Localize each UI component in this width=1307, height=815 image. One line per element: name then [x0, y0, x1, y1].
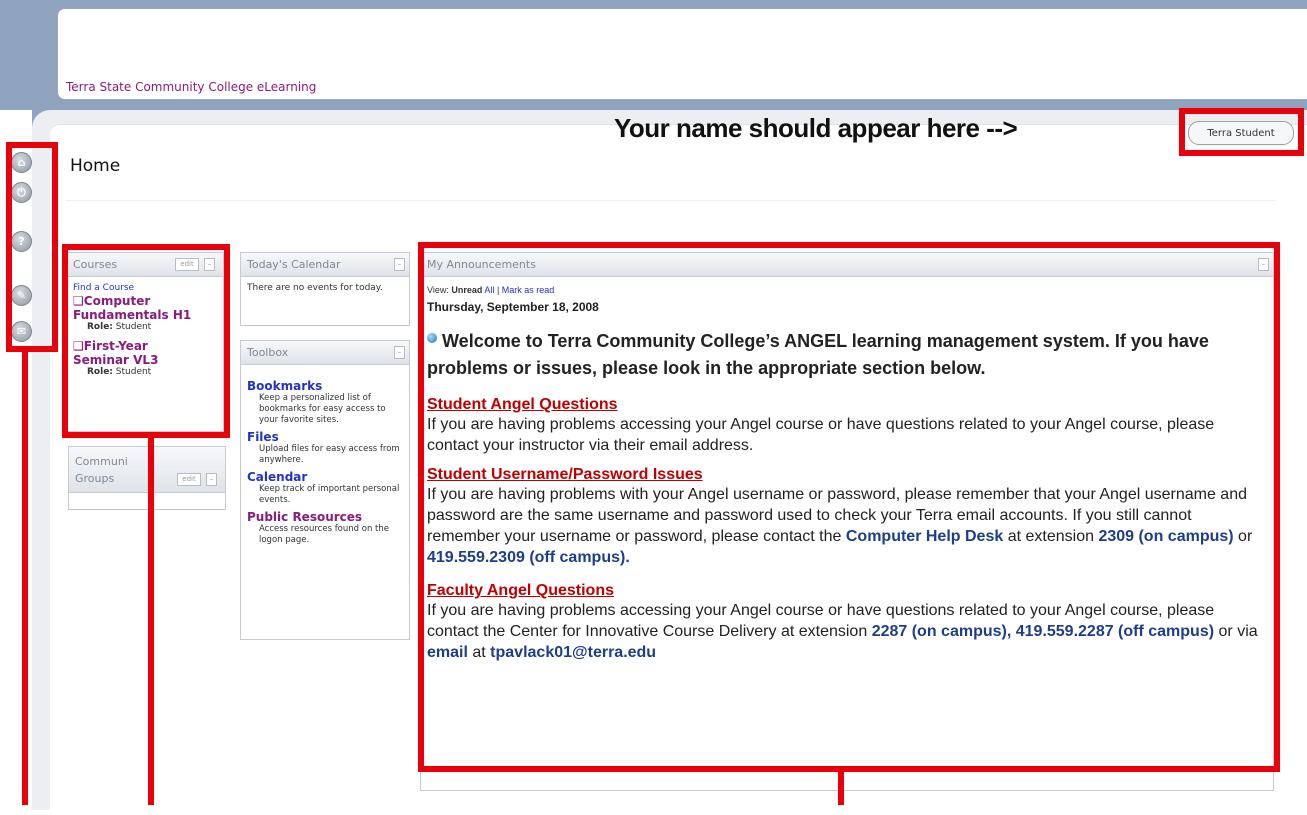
page-title: Home: [70, 156, 121, 176]
toolbox-panel: Toolbox – Bookmarks Keep a personalized …: [240, 340, 410, 640]
communities-panel: Communi Groups edit –: [68, 446, 226, 510]
toolbox-public-resources-link[interactable]: Public Resources: [247, 510, 403, 524]
toolbox-bookmarks-link[interactable]: Bookmarks: [247, 379, 403, 393]
toolbox-calendar-desc: Keep track of important personal events.: [259, 484, 400, 505]
courses-highlight-box: [62, 244, 230, 438]
calendar-panel-header: Today's Calendar –: [241, 253, 409, 277]
rail-highlight-box: [6, 142, 58, 352]
toolbox-files-desc: Upload files for easy access from anywhe…: [259, 444, 400, 465]
toolbox-public-resources-desc: Access resources found on the logon page…: [259, 524, 389, 545]
calendar-empty-text: There are no events for today.: [247, 283, 383, 293]
calendar-panel: Today's Calendar – There are no events f…: [240, 252, 410, 326]
communities-edit-button[interactable]: edit: [177, 473, 201, 486]
announcements-highlight-box: [418, 242, 1280, 772]
toolbox-files-link[interactable]: Files: [247, 430, 403, 444]
username-highlight-box: [1179, 108, 1304, 156]
name-callout: Your name should appear here -->: [614, 113, 1018, 143]
toolbox-calendar-link[interactable]: Calendar: [247, 470, 403, 484]
calendar-minimize-button[interactable]: –: [394, 258, 405, 271]
toolbox-panel-title: Toolbox: [247, 346, 289, 359]
announcements-pointer-line: [838, 772, 844, 805]
title-divider: [66, 200, 1276, 201]
courses-pointer-line: [148, 438, 154, 805]
calendar-panel-title: Today's Calendar: [247, 258, 341, 271]
rail-pointer-line: [22, 352, 28, 805]
communities-panel-header: Communi Groups edit –: [69, 447, 225, 493]
site-title[interactable]: Terra State Community College eLearning: [66, 80, 316, 94]
communities-minimize-button[interactable]: –: [206, 473, 217, 486]
toolbox-panel-header: Toolbox –: [241, 341, 409, 365]
toolbox-minimize-button[interactable]: –: [394, 346, 405, 359]
toolbox-bookmarks-desc: Keep a personalized list of bookmarks fo…: [259, 393, 386, 425]
